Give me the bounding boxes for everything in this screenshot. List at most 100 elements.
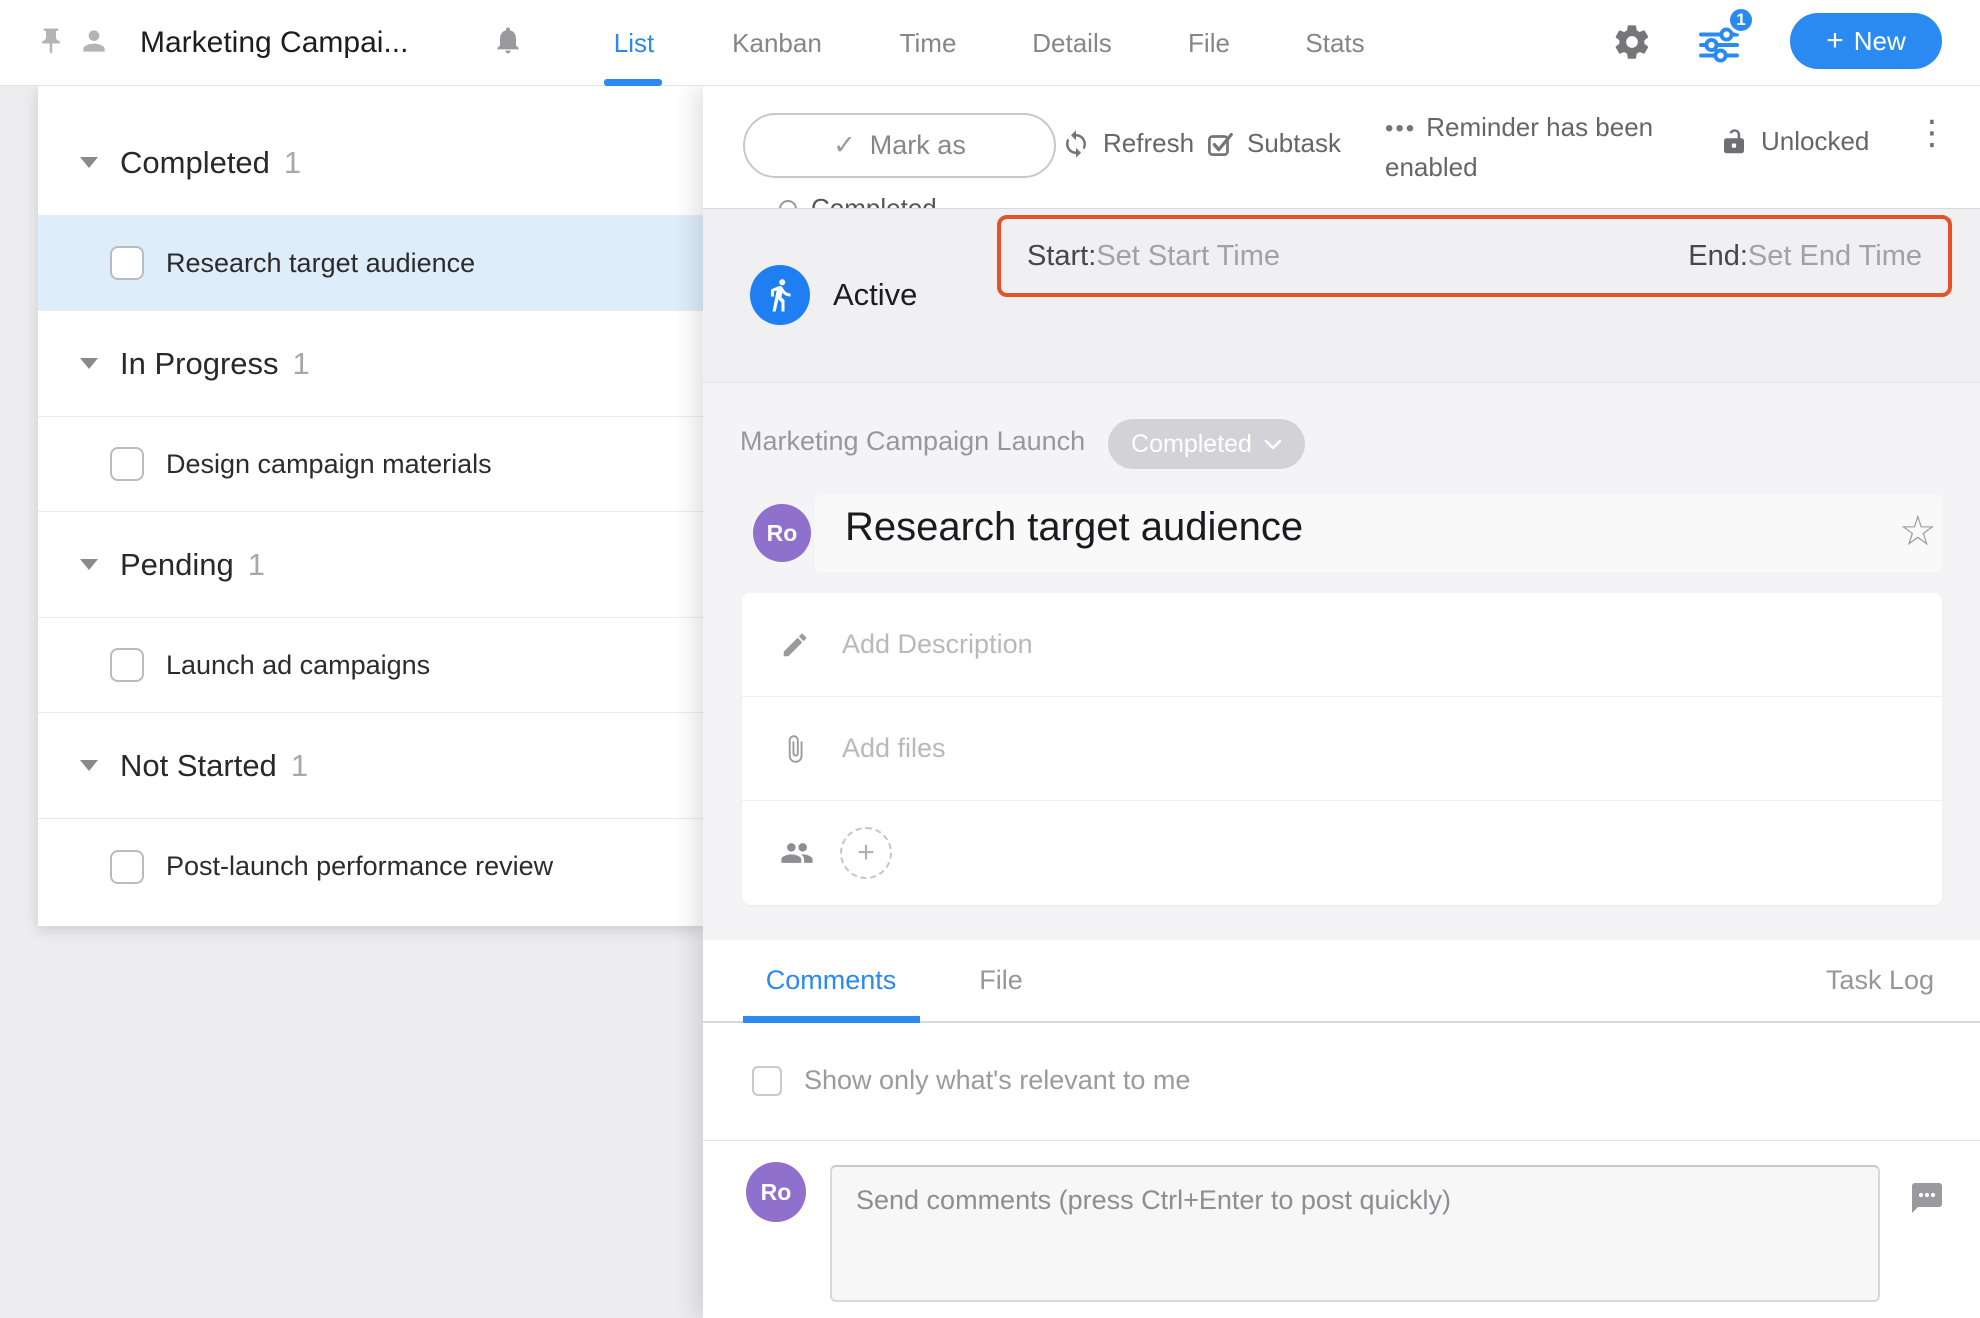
start-label: Start: — [1027, 240, 1096, 272]
group-label: Pending — [120, 547, 234, 583]
status-pill-label: Completed — [1131, 430, 1252, 459]
clipped-status-option[interactable]: Completed — [779, 193, 937, 208]
group-count: 1 — [291, 748, 308, 784]
task-detail-panel: ✓ Mark as Refresh Subtask •••Reminder ha… — [703, 86, 1980, 1318]
relevance-filter-label: Show only what's relevant to me — [804, 1065, 1190, 1096]
task-state-label: Active — [833, 277, 917, 313]
pin-icon[interactable] — [36, 26, 66, 61]
group-count: 1 — [293, 346, 310, 382]
reminder-label: Reminder has been enabled — [1385, 112, 1653, 182]
active-status-walk-icon — [750, 265, 810, 325]
end-label: End: — [1688, 240, 1748, 272]
settings-gear-icon[interactable] — [1612, 22, 1654, 64]
subtask-label: Subtask — [1247, 128, 1341, 159]
task-row-launch-ad-campaigns[interactable]: Launch ad campaigns — [38, 618, 704, 713]
collapse-arrow-icon[interactable] — [80, 157, 98, 168]
start-time-field[interactable]: Start:Set Start Time — [1027, 240, 1280, 273]
task-checkbox[interactable] — [110, 246, 144, 280]
refresh-icon — [1061, 129, 1091, 159]
task-detail-title[interactable]: Research target audience — [845, 505, 1303, 550]
group-label: Completed — [120, 145, 270, 181]
task-properties-card: Add Description Add files + — [742, 593, 1942, 905]
new-button[interactable]: + New — [1790, 13, 1942, 69]
collapse-arrow-icon[interactable] — [80, 559, 98, 570]
task-list-panel: Completed 1 Research target audience In … — [38, 86, 704, 926]
project-title: Marketing Campai... — [140, 0, 408, 86]
tab-details[interactable]: Details — [1032, 0, 1111, 86]
notification-bell-icon[interactable] — [492, 24, 524, 61]
group-count: 1 — [248, 547, 265, 583]
task-title-text: Launch ad campaigns — [166, 650, 430, 681]
add-description-row[interactable]: Add Description — [742, 593, 1942, 697]
mark-as-button[interactable]: ✓ Mark as — [743, 113, 1056, 178]
comments-tab-underline — [743, 1016, 920, 1023]
start-end-time-field[interactable]: Start:Set Start Time End:Set End Time — [997, 215, 1952, 297]
relevance-filter-row: Show only what's relevant to me — [752, 1065, 1190, 1096]
status-dropdown[interactable]: Completed — [1108, 419, 1305, 469]
add-files-row[interactable]: Add files — [742, 697, 1942, 801]
subtask-icon — [1205, 129, 1235, 159]
refresh-label: Refresh — [1103, 128, 1194, 159]
task-row-design-campaign-materials[interactable]: Design campaign materials — [38, 417, 704, 512]
files-placeholder: Add files — [842, 733, 946, 764]
group-count: 1 — [284, 145, 301, 181]
plus-icon: + — [1826, 26, 1844, 56]
tab-comments[interactable]: Comments — [766, 940, 897, 1023]
tab-list[interactable]: List — [614, 0, 654, 86]
add-participant-button[interactable]: + — [840, 827, 892, 879]
chat-bubble-icon[interactable] — [1909, 1180, 1945, 1221]
end-time-field[interactable]: End:Set End Time — [1688, 240, 1922, 273]
composer-divider — [703, 1140, 1980, 1141]
collapse-arrow-icon[interactable] — [80, 358, 98, 369]
favorite-star-icon[interactable]: ☆ — [1899, 501, 1937, 561]
tab-task-log[interactable]: Task Log — [1826, 940, 1934, 1023]
clipped-option-label: Completed — [811, 193, 937, 208]
tab-file-detail[interactable]: File — [979, 940, 1023, 1023]
composer-avatar: Ro — [746, 1162, 806, 1222]
group-header-in-progress[interactable]: In Progress 1 — [38, 311, 704, 417]
tab-stats[interactable]: Stats — [1305, 0, 1364, 86]
collapse-arrow-icon[interactable] — [80, 760, 98, 771]
comments-tabs-row: Comments File Task Log — [703, 940, 1980, 1023]
filter-count-badge: 1 — [1727, 6, 1755, 34]
task-checkbox[interactable] — [110, 648, 144, 682]
unlocked-label: Unlocked — [1761, 126, 1869, 157]
reminder-button[interactable]: •••Reminder has been enabled — [1385, 108, 1657, 186]
assignee-avatar[interactable]: Ro — [753, 504, 811, 562]
group-header-not-started[interactable]: Not Started 1 — [38, 713, 704, 819]
refresh-button[interactable]: Refresh — [1061, 128, 1194, 159]
mark-as-label: Mark as — [870, 130, 966, 161]
group-label: Not Started — [120, 748, 277, 784]
participants-row: + — [742, 801, 1942, 905]
subtask-button[interactable]: Subtask — [1205, 128, 1341, 159]
relevance-filter-checkbox[interactable] — [752, 1066, 782, 1096]
task-main-section: Marketing Campaign Launch Completed Ro R… — [703, 383, 1980, 940]
comments-section: Comments File Task Log Show only what's … — [703, 940, 1980, 1318]
tab-kanban[interactable]: Kanban — [732, 0, 822, 86]
task-checkbox[interactable] — [110, 850, 144, 884]
unlocked-icon — [1719, 127, 1749, 157]
description-placeholder: Add Description — [842, 629, 1033, 660]
paperclip-icon — [780, 734, 810, 764]
active-tab-underline — [604, 79, 662, 86]
group-header-pending[interactable]: Pending 1 — [38, 512, 704, 618]
tab-time[interactable]: Time — [900, 0, 957, 86]
task-row-post-launch-performance-review[interactable]: Post-launch performance review — [38, 819, 704, 914]
task-title-text: Design campaign materials — [166, 449, 492, 480]
member-icon[interactable] — [78, 25, 110, 62]
lock-button[interactable]: Unlocked — [1719, 126, 1869, 157]
task-title-text: Research target audience — [166, 248, 475, 279]
more-options-kebab-icon[interactable]: ⋮ — [1915, 114, 1949, 152]
breadcrumb[interactable]: Marketing Campaign Launch — [740, 426, 1085, 457]
task-checkbox[interactable] — [110, 447, 144, 481]
status-ring-icon — [779, 200, 797, 209]
plus-icon: + — [857, 836, 875, 870]
task-row-research-target-audience[interactable]: Research target audience — [38, 216, 704, 311]
more-dots-icon: ••• — [1385, 115, 1416, 142]
app-window: Marketing Campai... List Kanban Time Det… — [0, 0, 1980, 1318]
tab-file[interactable]: File — [1188, 0, 1230, 86]
comment-input[interactable] — [830, 1165, 1880, 1302]
group-header-completed[interactable]: Completed 1 — [38, 110, 704, 216]
status-strip: Active Start:Set Start Time End:Set End … — [703, 208, 1980, 383]
check-icon: ✓ — [833, 130, 856, 161]
